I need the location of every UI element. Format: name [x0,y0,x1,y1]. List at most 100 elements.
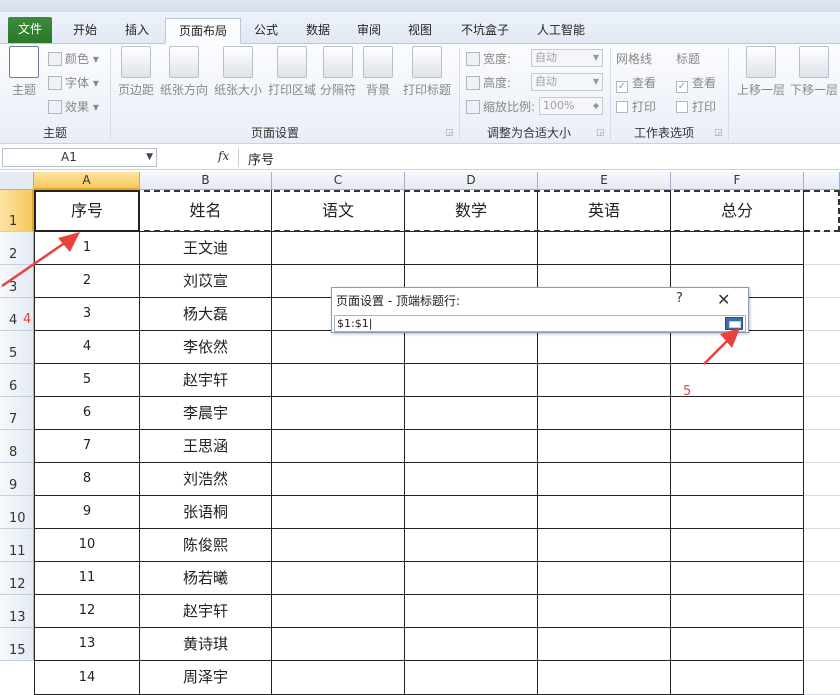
background-button[interactable]: 背景 [362,46,394,98]
table-cell[interactable]: 赵宇轩 [140,595,272,628]
tab-home[interactable]: 开始 [62,18,108,44]
column-header-c[interactable]: C [272,172,405,190]
row-header[interactable]: 13 [0,595,34,628]
tab-bukeng-box[interactable]: 不坑盒子 [452,18,518,44]
breaks-button[interactable]: 分隔符 [318,46,358,98]
send-backward-button[interactable]: 下移一层 [788,46,840,98]
theme-fonts-button[interactable]: 字体 ▾ [48,74,99,92]
row-header[interactable]: 11 [0,529,34,562]
tab-insert[interactable]: 插入 [114,18,160,44]
table-cell[interactable]: 3 [34,298,140,331]
table-cell[interactable] [405,331,538,364]
table-cell[interactable] [272,397,405,430]
table-cell[interactable] [272,595,405,628]
table-cell[interactable]: 李依然 [140,331,272,364]
table-cell[interactable]: 王思涵 [140,430,272,463]
table-cell[interactable] [671,661,804,695]
table-cell[interactable]: 7 [34,430,140,463]
table-cell[interactable] [405,661,538,695]
insert-function-icon[interactable]: fx [218,149,229,163]
width-dropdown[interactable]: 自动 ▼ [531,49,603,67]
table-cell[interactable] [671,529,804,562]
table-cell[interactable] [538,364,671,397]
table-cell[interactable]: 黄诗琪 [140,628,272,661]
table-cell[interactable]: 刘苡宣 [140,265,272,298]
row-header[interactable]: 6 [0,364,34,397]
table-cell[interactable] [538,529,671,562]
row-header[interactable]: 7 [0,397,34,430]
gridlines-view-checkbox[interactable]: ✓ 查看 [616,74,656,93]
page-setup-launcher-icon[interactable]: ◲ [445,128,454,138]
formula-input[interactable]: 序号 [248,149,274,168]
table-cell[interactable] [671,463,804,496]
row-header[interactable]: 2 [0,232,34,265]
table-cell[interactable]: 10 [34,529,140,562]
height-dropdown[interactable]: 自动 ▼ [531,73,603,91]
table-cell[interactable]: 杨大磊 [140,298,272,331]
table-cell[interactable] [671,496,804,529]
row-header[interactable]: 10 [0,496,34,529]
tab-ai[interactable]: 人工智能 [528,18,594,44]
table-cell[interactable] [405,562,538,595]
table-cell[interactable]: 陈俊熙 [140,529,272,562]
bring-forward-button[interactable]: 上移一层 [735,46,787,98]
header-cell[interactable]: 姓名 [140,190,272,232]
row-header[interactable]: 3 [0,265,34,298]
close-button[interactable]: ✕ [717,290,730,309]
header-cell[interactable]: 语文 [272,190,405,232]
table-cell[interactable] [671,331,804,364]
header-cell[interactable]: 数学 [405,190,538,232]
scale-launcher-icon[interactable]: ◲ [596,128,605,138]
tab-review[interactable]: 审阅 [348,18,390,44]
table-cell[interactable] [671,232,804,265]
table-cell[interactable]: 11 [34,562,140,595]
row-header[interactable]: 12 [0,562,34,595]
table-cell[interactable]: 2 [34,265,140,298]
tab-view[interactable]: 视图 [398,18,442,44]
table-cell[interactable]: 杨若曦 [140,562,272,595]
header-cell[interactable]: 总分 [671,190,804,232]
column-header-f[interactable]: F [671,172,804,190]
table-cell[interactable] [405,496,538,529]
rows-to-repeat-input[interactable]: $1:$1| [334,315,746,332]
sheet-options-launcher-icon[interactable]: ◲ [714,128,723,138]
margins-button[interactable]: 页边距 [116,46,156,98]
table-cell[interactable]: 张语桐 [140,496,272,529]
row-header[interactable]: 9 [0,463,34,496]
table-cell[interactable] [405,628,538,661]
table-cell[interactable]: 4 [34,331,140,364]
tab-formulas[interactable]: 公式 [246,18,286,44]
table-cell[interactable] [272,496,405,529]
tab-file[interactable]: 文件 [8,17,52,43]
select-all-button[interactable] [0,172,34,190]
row-header[interactable]: 8 [0,430,34,463]
headings-view-checkbox[interactable]: ✓ 查看 [676,74,716,93]
theme-colors-button[interactable]: 颜色 ▾ [48,50,99,68]
table-cell[interactable] [671,430,804,463]
table-cell[interactable] [405,397,538,430]
table-cell[interactable] [538,331,671,364]
table-cell[interactable] [405,529,538,562]
table-cell[interactable] [405,364,538,397]
table-cell[interactable] [272,463,405,496]
row-header[interactable]: 5 [0,331,34,364]
help-button[interactable]: ? [676,291,683,306]
paper-size-button[interactable]: 纸张大小 [212,46,264,98]
table-cell[interactable] [272,628,405,661]
table-cell[interactable] [405,232,538,265]
table-cell[interactable] [405,430,538,463]
theme-effects-button[interactable]: 效果 ▾ [48,98,99,116]
table-cell[interactable]: 9 [34,496,140,529]
table-cell[interactable] [538,661,671,695]
column-header-b[interactable]: B [140,172,272,190]
headings-print-checkbox[interactable]: 打印 [676,98,716,116]
table-cell[interactable] [538,430,671,463]
table-cell[interactable]: 王文迪 [140,232,272,265]
table-cell[interactable]: 李晨宇 [140,397,272,430]
table-cell[interactable] [538,463,671,496]
table-cell[interactable] [671,628,804,661]
table-cell[interactable] [405,595,538,628]
table-cell[interactable]: 13 [34,628,140,661]
table-cell[interactable] [671,397,804,430]
table-cell[interactable] [671,562,804,595]
